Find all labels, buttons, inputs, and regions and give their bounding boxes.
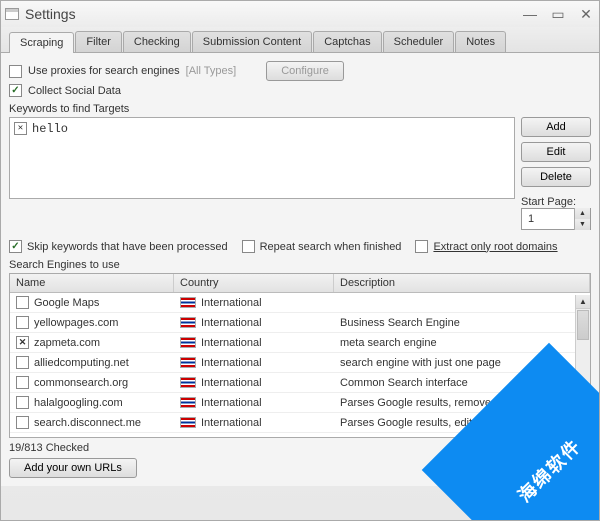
flag-icon [180,357,196,368]
engine-checkbox[interactable] [16,336,29,349]
engine-desc [334,302,590,304]
start-page-label: Start Page: [521,196,591,208]
tab-checking[interactable]: Checking [123,31,191,52]
start-page-value: 1 [522,213,574,225]
scroll-thumb[interactable] [577,310,589,340]
skip-processed-checkbox[interactable] [9,240,22,253]
checked-status: 19/813 Checked [9,442,591,454]
use-proxies-label: Use proxies for search engines [28,65,180,77]
engine-name: zapmeta.com [34,337,100,349]
skip-processed-label: Skip keywords that have been processed [27,241,228,253]
engine-country: International [201,417,262,429]
engine-checkbox[interactable] [16,356,29,369]
extract-root-link[interactable]: Extract only root domains [433,241,557,253]
keyword-side-buttons: Add Edit Delete Start Page: 1 ▲ ▼ [521,117,591,230]
add-urls-button[interactable]: Add your own URLs [9,458,137,478]
table-row[interactable]: alliedcomputing.net International search e… [10,353,590,373]
grid-body: Google Maps International yellowpages.com I… [10,293,590,433]
flag-icon [180,337,196,348]
configure-button[interactable]: Configure [266,61,344,81]
use-proxies-checkbox[interactable] [9,65,22,78]
extract-root-checkbox[interactable] [415,240,428,253]
table-row[interactable]: commonsearch.org International Common Sear… [10,373,590,393]
keyword-text: hello [32,122,68,136]
edit-button[interactable]: Edit [521,142,591,162]
engine-name: halalgoogling.com [34,397,123,409]
collect-social-checkbox[interactable] [9,84,22,97]
tab-captchas[interactable]: Captchas [313,31,381,52]
keyword-row[interactable]: hello [14,122,510,136]
tab-scheduler[interactable]: Scheduler [383,31,455,52]
engine-checkbox[interactable] [16,376,29,389]
keyword-checkbox[interactable] [14,122,27,135]
spin-down-icon[interactable]: ▼ [575,219,590,230]
engine-checkbox[interactable] [16,296,29,309]
delete-button[interactable]: Delete [521,167,591,187]
engine-country: International [201,297,262,309]
proxy-types-hint: [All Types] [186,65,237,77]
collect-social-label: Collect Social Data [28,85,121,97]
add-button[interactable]: Add [521,117,591,137]
engine-country: International [201,377,262,389]
table-row[interactable]: Google Maps International [10,293,590,313]
tab-content: Use proxies for search engines [All Type… [1,53,599,486]
engines-section-label: Search Engines to use [9,259,591,271]
tab-filter[interactable]: Filter [75,31,121,52]
grid-header: Name Country Description [10,274,590,293]
keywords-section-label: Keywords to find Targets [9,103,591,115]
engine-name: Google Maps [34,297,99,309]
flag-icon [180,317,196,328]
engine-desc: search engine with just one page [334,356,590,370]
tab-submission-content[interactable]: Submission Content [192,31,312,52]
col-country[interactable]: Country [174,274,334,292]
engine-desc: Parses Google results, edit location_opt… [334,416,590,430]
engine-desc: meta search engine [334,336,590,350]
flag-icon [180,397,196,408]
engine-country: International [201,337,262,349]
engine-name: commonsearch.org [34,377,128,389]
start-page-input[interactable]: 1 ▲ ▼ [521,208,591,230]
app-icon [5,8,19,20]
table-row[interactable]: halalgoogling.com International Parses Goo… [10,393,590,413]
tabs: Scraping Filter Checking Submission Cont… [1,27,599,53]
titlebar: Settings — ▭ ✕ [1,1,599,27]
flag-icon [180,417,196,428]
minimize-button[interactable]: — [521,5,539,23]
table-row[interactable]: yellowpages.com International Business Sea… [10,313,590,333]
engine-country: International [201,397,262,409]
engine-checkbox[interactable] [16,416,29,429]
table-row[interactable]: zapmeta.com International meta search engi… [10,333,590,353]
repeat-search-checkbox[interactable] [242,240,255,253]
engines-grid: Name Country Description Google Maps Inte… [9,273,591,438]
repeat-search-label: Repeat search when finished [260,241,402,253]
col-description[interactable]: Description [334,274,590,292]
engine-name: alliedcomputing.net [34,357,129,369]
engine-country: International [201,317,262,329]
maximize-button[interactable]: ▭ [549,5,567,23]
engine-checkbox[interactable] [16,316,29,329]
tab-notes[interactable]: Notes [455,31,506,52]
scrollbar[interactable]: ▲ [575,295,590,437]
close-button[interactable]: ✕ [577,5,595,23]
engine-country: International [201,357,262,369]
flag-icon [180,297,196,308]
engine-desc: Parses Google results, removes 'haram' r… [334,396,590,410]
flag-icon [180,377,196,388]
table-row[interactable]: search.disconnect.me International Parses … [10,413,590,433]
spin-up-icon[interactable]: ▲ [575,208,590,219]
window-buttons: — ▭ ✕ [521,5,595,23]
engine-checkbox[interactable] [16,396,29,409]
col-name[interactable]: Name [10,274,174,292]
tab-scraping[interactable]: Scraping [9,32,74,53]
scroll-up-icon[interactable]: ▲ [576,295,590,309]
settings-window: Settings — ▭ ✕ Scraping Filter Checking … [0,0,600,521]
engine-name: search.disconnect.me [34,417,141,429]
keywords-list[interactable]: hello [9,117,515,199]
engine-desc: Business Search Engine [334,316,590,330]
engine-name: yellowpages.com [34,317,118,329]
engine-desc: Common Search interface [334,376,590,390]
window-title: Settings [25,6,76,22]
